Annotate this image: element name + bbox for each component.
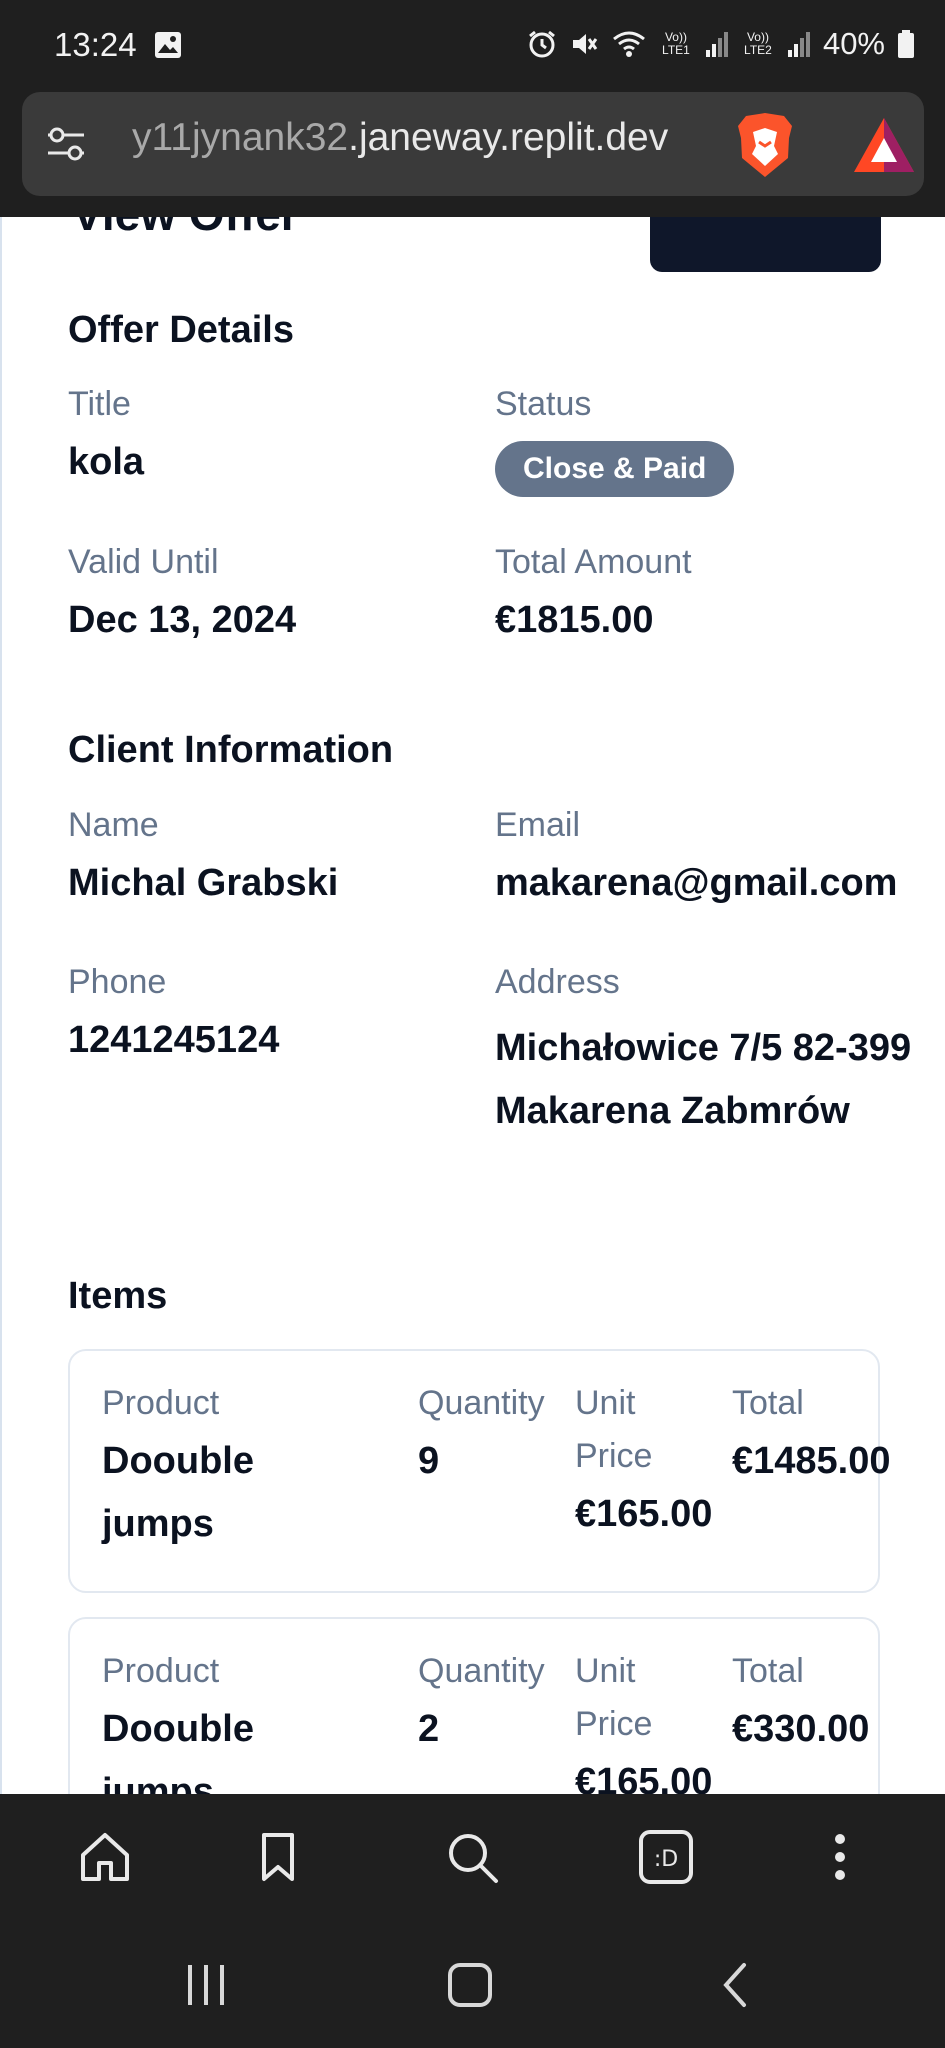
header-action-button[interactable] [650,217,881,272]
phone-value: 1241245124 [68,1019,280,1061]
name-value: Michal Grabski [68,862,339,904]
home-icon[interactable] [77,1829,133,1885]
volte2-indicator: Vo)) LTE2 [744,30,772,57]
svg-text::D: :D [654,1847,678,1872]
product-label: Product [102,1384,220,1422]
address-bar[interactable]: y11jynank32.janeway.replit.dev [22,92,924,196]
quantity-label: Quantity [418,1384,545,1422]
total-label: Total [732,1384,804,1422]
browser-address-area: y11jynank32.janeway.replit.dev [0,90,945,217]
browser-toolbar: :D [0,1794,945,1921]
title-value: kola [68,441,145,483]
alarm-icon [529,30,555,58]
client-info-title: Client Information [68,729,394,771]
status-badge: Close & Paid [495,441,735,497]
system-navigation-bar [0,1921,945,2048]
valid-until-label: Valid Until [68,543,219,581]
signal-icon-2 [787,32,810,57]
page-content: View Offer Offer Details Title kola Stat… [0,217,945,1794]
product-value: Doouble [102,1708,254,1750]
total-value: €330.00 [732,1708,870,1750]
url-subdomain: y11jynank32 [132,116,349,159]
items-title: Items [68,1275,168,1317]
search-icon[interactable] [444,1829,500,1885]
valid-until-value: Dec 13, 2024 [68,599,297,641]
offer-details-title: Offer Details [68,309,294,351]
address-label: Address [495,963,620,1001]
email-value: makarena@gmail.com [495,862,898,904]
unit-price-label: Unit [575,1652,636,1690]
url-text[interactable]: y11jynank32.janeway.replit.dev [132,116,712,160]
more-vertical-icon[interactable] [812,1829,868,1885]
status-time: 13:24 [54,26,137,63]
bookmark-icon[interactable] [250,1829,306,1885]
product-value-line2: jumps [102,1503,214,1545]
product-value: Doouble [102,1440,254,1482]
quantity-label: Quantity [418,1652,545,1690]
unit-price-label-line2: Price [575,1705,653,1743]
product-label: Product [102,1652,220,1690]
email-label: Email [495,806,581,844]
name-label: Name [68,806,159,844]
unit-price-label-line2: Price [575,1437,653,1475]
site-settings-icon[interactable] [44,122,88,166]
total-value: €1485.00 [732,1440,891,1482]
page-title-partial: View Offer [72,217,299,241]
total-amount-label: Total Amount [495,543,692,581]
total-amount-value: €1815.00 [495,599,654,641]
quantity-value: 2 [418,1708,440,1750]
status-bar: 13:24 Vo)) LTE1 Vo)) LTE2 40% [0,0,945,90]
volte1-indicator: Vo)) LTE1 [662,30,690,57]
total-label: Total [732,1652,804,1690]
brave-shields-icon[interactable] [734,110,796,180]
battery-percent: 40% [822,26,885,61]
quantity-value: 9 [418,1440,440,1482]
mute-icon [572,34,598,54]
title-label: Title [68,385,131,423]
home-nav-icon[interactable] [446,1961,494,2009]
unit-price-value: €165.00 [575,1761,713,1794]
signal-icon-1 [705,32,728,57]
recent-apps-icon[interactable] [182,1961,230,2009]
unit-price-value: €165.00 [575,1493,713,1535]
item-card: Product Doouble jumps Quantity 9 Unit Pr… [68,1349,891,1593]
status-label: Status [495,385,592,423]
phone-label: Phone [68,963,167,1001]
back-icon[interactable] [712,1961,760,2009]
address-value: Michałowice 7/5 82-399 Makarena Zabmrów [495,1027,912,1132]
battery-icon [898,30,914,58]
unit-price-label: Unit [575,1384,636,1422]
product-value-line2: jumps [102,1771,214,1794]
url-domain: .janeway.replit.dev [348,116,669,159]
gallery-notification-icon [155,32,181,58]
wifi-icon [613,31,645,57]
item-card: Product Doouble jumps Quantity 2 Unit Pr… [68,1617,880,1794]
leo-ai-icon[interactable]: :D [638,1829,694,1885]
brave-rewards-icon[interactable] [852,116,916,174]
